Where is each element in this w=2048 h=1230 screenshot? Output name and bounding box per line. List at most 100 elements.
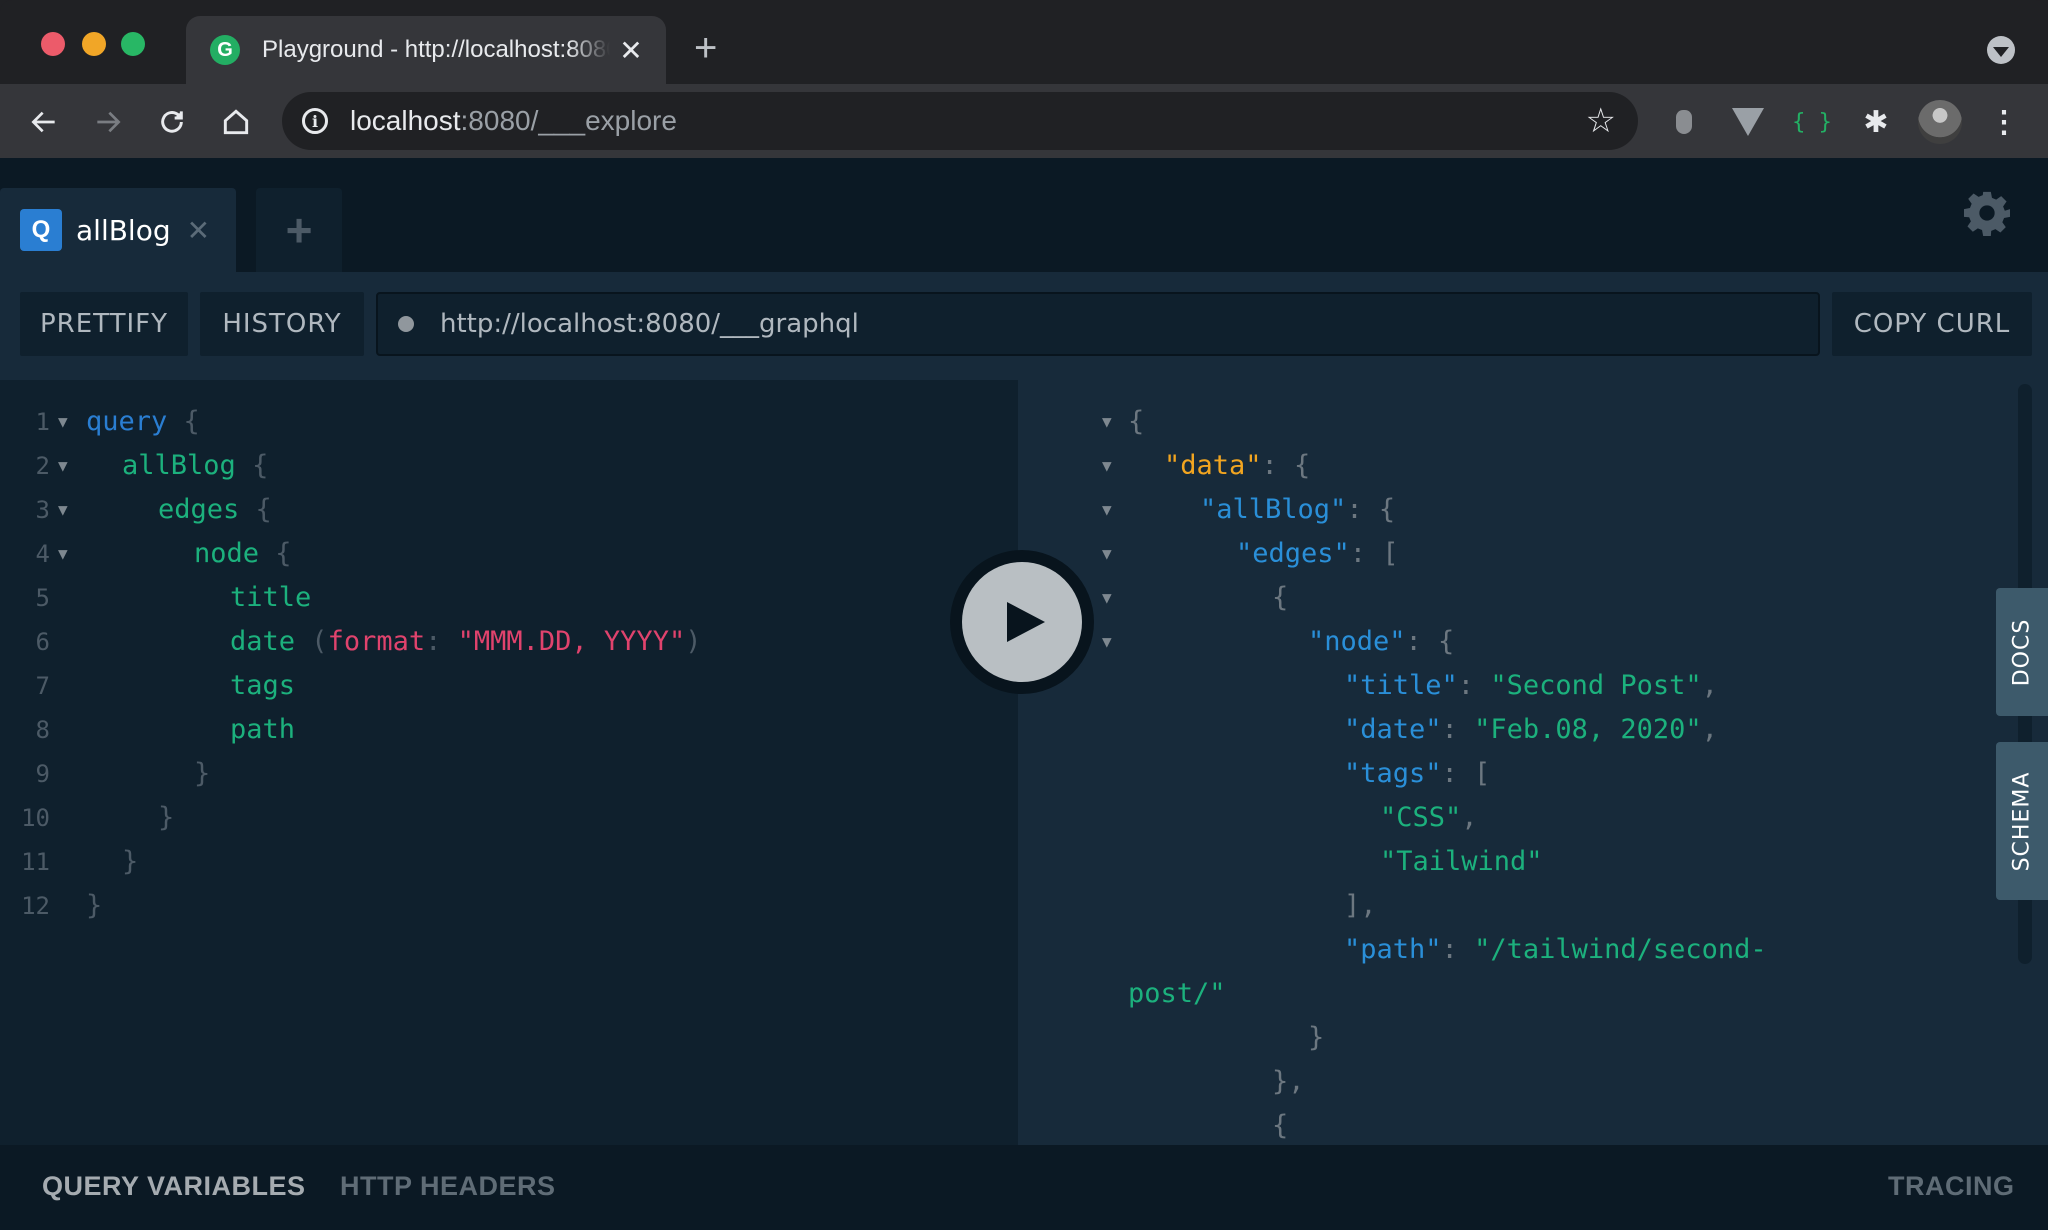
query-editor[interactable]: 1 ▼ 2 ▼ 3 ▼ 4 ▼ 5 6 7 8 9 10 11 12 query { allBlog { ed… — [0, 380, 1018, 1145]
json-viewer-icon[interactable]: { } — [1792, 102, 1832, 142]
line-number: 9 — [35, 760, 50, 788]
connection-status-dot — [398, 316, 414, 332]
code-line-5: title — [230, 582, 312, 613]
fold-arrow-icon[interactable]: ▼ — [1102, 456, 1112, 475]
vue-devtools-icon[interactable] — [1728, 102, 1768, 142]
query-badge-icon: Q — [20, 209, 62, 251]
fold-arrow-icon[interactable]: ▼ — [58, 456, 68, 475]
graphql-playground-favicon-icon: G — [210, 35, 240, 65]
result-line: "allBlog": { — [1200, 494, 1396, 525]
result-line: }, — [1272, 1066, 1305, 1097]
query-variables-tab[interactable]: QUERY VARIABLES — [42, 1171, 306, 1202]
browser-titlebar: G Playground - http://localhost:8080/___… — [0, 0, 2048, 84]
maximize-window-button[interactable] — [121, 32, 145, 56]
forward-icon[interactable] — [88, 102, 128, 142]
address-bar[interactable]: i localhost:8080/___explore ☆ — [282, 92, 1638, 150]
result-line: "title": "Second Post", — [1344, 670, 1718, 701]
code-line-6: date (format: "MMM.DD, YYYY") — [230, 626, 702, 657]
code-line-7: tags — [230, 670, 296, 701]
result-line: { — [1272, 1110, 1289, 1141]
fold-arrow-icon[interactable]: ▼ — [1102, 544, 1112, 563]
execute-query-button[interactable] — [950, 550, 1094, 694]
endpoint-url: http://localhost:8080/___graphql — [440, 309, 859, 339]
fold-arrow-icon[interactable]: ▼ — [1102, 588, 1112, 607]
line-number: 8 — [35, 716, 50, 744]
code-line-3: edges { — [158, 494, 272, 525]
close-icon[interactable]: ✕ — [187, 214, 210, 247]
history-button[interactable]: HISTORY — [200, 292, 364, 356]
kebab-menu-icon[interactable]: ⋮ — [1984, 102, 2024, 142]
copy-curl-button[interactable]: COPY CURL — [1832, 292, 2032, 356]
code-line-9: } — [194, 758, 211, 789]
code-line-2: allBlog { — [122, 450, 269, 481]
http-headers-tab[interactable]: HTTP HEADERS — [340, 1171, 556, 1202]
code-line-8: path — [230, 714, 296, 745]
tracing-tab[interactable]: TRACING — [1888, 1171, 2015, 1202]
code-line-1: query { — [86, 406, 200, 437]
schema-side-tab[interactable]: SCHEMA — [1996, 742, 2048, 900]
line-number: 12 — [21, 892, 50, 920]
info-icon[interactable]: i — [302, 108, 328, 134]
result-line: "tags": [ — [1344, 758, 1491, 789]
playground-toolbar: PRETTIFY HISTORY http://localhost:8080/_… — [0, 272, 2048, 380]
endpoint-input[interactable]: http://localhost:8080/___graphql — [376, 292, 1820, 356]
gear-icon[interactable] — [1964, 190, 2010, 236]
result-line: "path": "/tailwind/second- — [1344, 934, 1767, 965]
back-icon[interactable] — [24, 102, 64, 142]
code-line-10: } — [158, 802, 175, 833]
code-line-4: node { — [194, 538, 292, 569]
fold-arrow-icon[interactable]: ▼ — [1102, 500, 1112, 519]
url-path: :8080/___explore — [460, 105, 677, 136]
line-number: 6 — [35, 628, 50, 656]
profile-avatar[interactable] — [1918, 100, 1962, 144]
reload-icon[interactable] — [152, 102, 192, 142]
line-number: 10 — [21, 804, 50, 832]
line-number: 5 — [35, 584, 50, 612]
line-number: 11 — [21, 848, 50, 876]
tab-search-icon[interactable] — [1987, 36, 2015, 64]
home-icon[interactable] — [216, 102, 256, 142]
docs-side-tab[interactable]: DOCS — [1996, 588, 2048, 716]
line-number: 1 — [35, 408, 50, 436]
result-line: ], — [1344, 890, 1377, 921]
line-number: 7 — [35, 672, 50, 700]
play-icon — [1007, 602, 1045, 642]
code-line-11: } — [122, 846, 139, 877]
result-line: post/" — [1128, 978, 1226, 1009]
playground-tab-label: allBlog — [76, 213, 171, 247]
bookmark-star-icon[interactable]: ☆ — [1586, 104, 1616, 138]
fold-arrow-icon[interactable]: ▼ — [58, 544, 68, 563]
result-line: "date": "Feb.08, 2020", — [1344, 714, 1718, 745]
url-host: localhost — [350, 105, 461, 136]
result-line: "data": { — [1164, 450, 1311, 481]
result-line: { — [1272, 582, 1289, 613]
fold-arrow-icon[interactable]: ▼ — [58, 412, 68, 431]
tab-title: Playground - http://localhost:8080/___gr… — [262, 36, 610, 63]
result-line: "node": { — [1308, 626, 1455, 657]
result-line: "edges": [ — [1236, 538, 1399, 569]
tab-close-icon[interactable]: ✕ — [616, 34, 646, 67]
fold-arrow-icon[interactable]: ▼ — [1102, 412, 1112, 431]
line-number: 4 — [35, 540, 50, 568]
playground-tab-allblog[interactable]: Q allBlog ✕ — [0, 188, 236, 272]
results-viewer[interactable]: ▼ ▼ ▼ ▼ ▼ ▼ { "data": { "allBlog": { "ed… — [1018, 380, 2048, 1145]
browser-toolbar: i localhost:8080/___explore ☆ { } ✱ ⋮ — [0, 84, 2048, 158]
prettify-button[interactable]: PRETTIFY — [20, 292, 188, 356]
fold-arrow-icon[interactable]: ▼ — [58, 500, 68, 519]
puzzle-extensions-icon[interactable]: ✱ — [1856, 102, 1896, 142]
result-line: } — [1308, 1022, 1325, 1053]
bug-extension-icon[interactable] — [1664, 102, 1704, 142]
result-line: { — [1128, 406, 1145, 437]
new-tab-button[interactable]: + — [694, 28, 717, 68]
add-tab-button[interactable]: + — [256, 188, 342, 272]
minimize-window-button[interactable] — [82, 32, 106, 56]
result-line: "Tailwind" — [1380, 846, 1543, 877]
close-window-button[interactable] — [41, 32, 65, 56]
fold-arrow-icon[interactable]: ▼ — [1102, 632, 1112, 651]
bottom-panel-bar: QUERY VARIABLES HTTP HEADERS TRACING — [0, 1145, 2048, 1230]
browser-tab-playground[interactable]: G Playground - http://localhost:8080/___… — [186, 16, 666, 84]
playground-tab-bar: Q allBlog ✕ + — [0, 158, 2048, 272]
line-number: 2 — [35, 452, 50, 480]
result-line: "CSS", — [1380, 802, 1478, 833]
code-line-12: } — [86, 890, 103, 921]
